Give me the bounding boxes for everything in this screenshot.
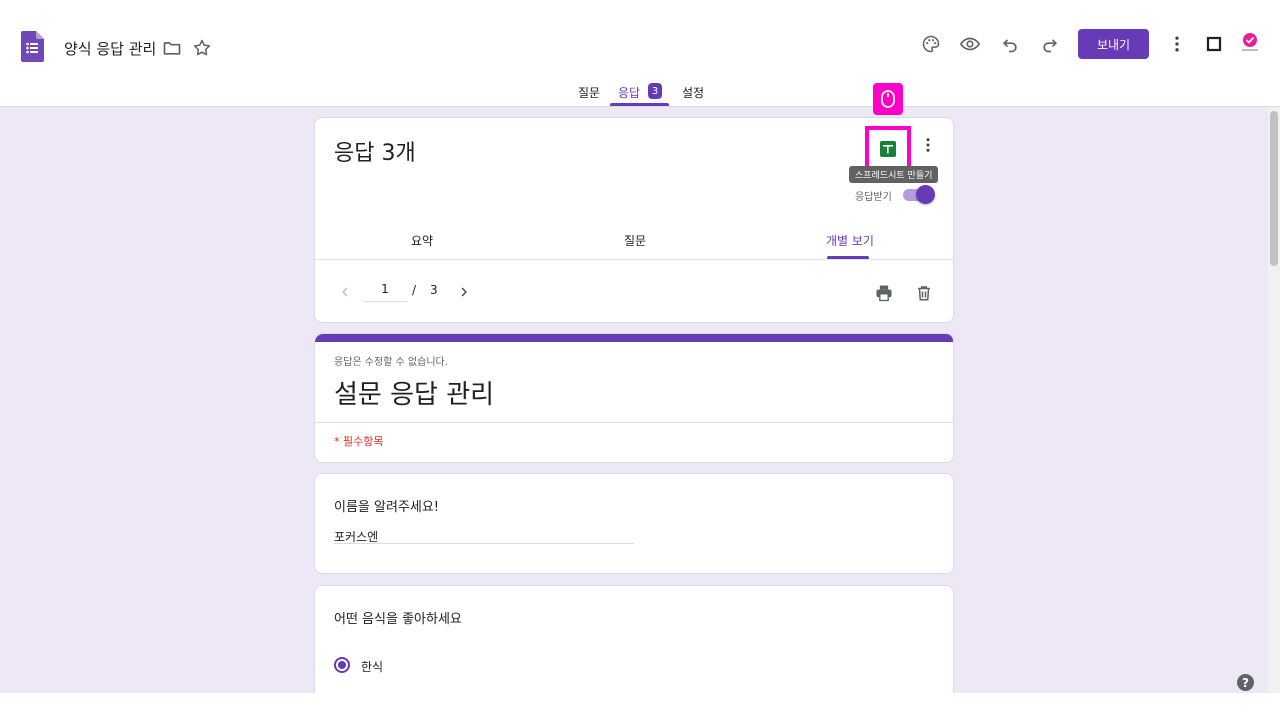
tab-responses[interactable]: 응답 xyxy=(618,84,640,101)
folder-icon[interactable] xyxy=(160,36,184,60)
radio-selected-icon xyxy=(334,657,350,673)
question-title: 이름을 알려주세요! xyxy=(334,500,440,515)
tab-questions[interactable]: 질문 xyxy=(578,84,600,101)
send-button[interactable]: 보내기 xyxy=(1078,29,1149,59)
responses-title: 응답 3개 xyxy=(334,141,416,166)
scrollbar[interactable] xyxy=(1268,107,1280,693)
question-card: 이름을 알려주세요! 포커스엔 xyxy=(314,473,954,574)
document-title[interactable]: 양식 응답 관리 xyxy=(64,38,156,59)
main-content: 응답 3개 스프레드시트 만들기 응답받기 요약 질문 개별 보기 1 / 3 … xyxy=(0,107,1268,693)
option-label: 한식 xyxy=(361,660,384,674)
palette-icon[interactable] xyxy=(919,32,943,56)
response-pager: 1 / 3 xyxy=(315,268,953,318)
redo-icon[interactable] xyxy=(1038,32,1062,56)
eye-icon[interactable] xyxy=(958,32,982,56)
trash-icon[interactable] xyxy=(912,281,936,305)
page-separator: / xyxy=(412,283,417,297)
question-card: 어떤 음식을 좋아하세요 한식 xyxy=(314,585,954,693)
read-only-note: 응답은 수정할 수 없습니다. xyxy=(334,357,448,368)
response-subtabs: 요약 질문 개별 보기 xyxy=(315,228,953,260)
page-number-input[interactable]: 1 xyxy=(363,282,407,302)
question-title: 어떤 음식을 좋아하세요 xyxy=(334,612,462,627)
scrollbar-thumb[interactable] xyxy=(1270,111,1278,266)
help-icon[interactable]: ? xyxy=(1237,674,1254,691)
form-accent-bar xyxy=(315,334,953,342)
form-title: 설문 응답 관리 xyxy=(334,380,495,410)
print-icon[interactable] xyxy=(872,281,896,305)
accept-responses-label: 응답받기 xyxy=(855,192,892,203)
forms-logo-icon[interactable] xyxy=(21,31,44,62)
chevron-left-icon[interactable] xyxy=(333,280,357,304)
square-icon[interactable] xyxy=(1202,32,1226,56)
toggle-knob[interactable] xyxy=(916,185,935,204)
required-note: * 필수항목 xyxy=(334,435,384,448)
responses-count-badge: 3 xyxy=(648,83,662,99)
app-header: 양식 응답 관리 보내기 질문 응답 설정 3 xyxy=(0,0,1280,107)
page-total: 3 xyxy=(430,283,438,297)
form-header-card: 응답은 수정할 수 없습니다. 설문 응답 관리 * 필수항목 xyxy=(314,333,954,463)
undo-icon[interactable] xyxy=(998,32,1022,56)
subtab-question[interactable]: 질문 xyxy=(624,232,646,249)
chevron-right-icon[interactable] xyxy=(452,280,476,304)
tab-settings[interactable]: 설정 xyxy=(682,84,704,101)
star-icon[interactable] xyxy=(190,36,214,60)
divider xyxy=(315,422,953,423)
avatar[interactable] xyxy=(1237,30,1263,56)
main-tabs: 질문 응답 설정 xyxy=(0,80,1280,107)
more-vert-icon[interactable] xyxy=(1165,32,1189,56)
sheets-icon xyxy=(880,141,896,157)
subtab-active-indicator xyxy=(827,256,869,259)
responses-card: 응답 3개 스프레드시트 만들기 응답받기 요약 질문 개별 보기 1 / 3 xyxy=(314,117,954,323)
tab-active-indicator xyxy=(610,103,669,106)
bottom-bar xyxy=(0,693,1280,720)
more-vert-icon[interactable] xyxy=(916,133,940,157)
mouse-click-icon xyxy=(873,83,903,115)
spreadsheet-tooltip: 스프레드시트 만들기 xyxy=(849,166,939,183)
subtab-summary[interactable]: 요약 xyxy=(411,232,433,249)
answer-text: 포커스엔 xyxy=(334,528,634,544)
subtab-individual[interactable]: 개별 보기 xyxy=(826,232,874,249)
